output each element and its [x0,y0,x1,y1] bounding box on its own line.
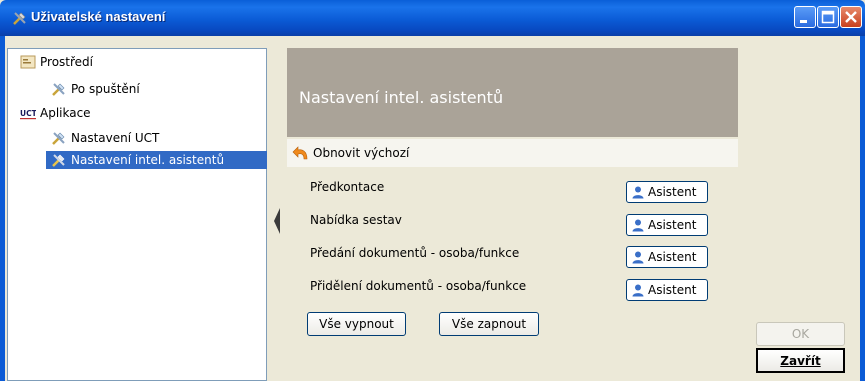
tree-item-label: Po spuštění [71,82,140,96]
user-icon [632,186,644,199]
assistant-button[interactable]: Asistent [626,181,708,203]
tree-item-label: Nastavení UCT [71,131,160,145]
maximize-icon [821,10,835,24]
window-title: Uživatelské nastavení [31,9,166,24]
tree-item-label: Aplikace [40,106,91,120]
collapse-arrow-icon[interactable] [272,202,282,240]
title-bar[interactable]: Uživatelské nastavení [0,0,865,36]
setting-label: Přidělení dokumentů - osoba/funkce [310,279,527,293]
user-icon [632,251,644,264]
user-icon [632,284,644,297]
window-frame-left [0,36,5,381]
tree-item-nastaveni-uct[interactable]: Nastavení UCT [51,129,159,147]
page-title: Nastavení intel. asistentů [299,88,504,107]
window-frame-right [860,36,865,381]
tree-item-environment[interactable]: Prostředí [20,53,93,71]
tools-icon [52,154,65,167]
svg-text:UCT: UCT [20,109,36,118]
reset-defaults-button[interactable]: Obnovit výchozí [287,139,738,167]
tools-icon [52,83,65,96]
assistant-button[interactable]: Asistent [626,246,708,268]
assistant-button-label: Asistent [648,250,697,264]
tree-item-nastaveni-asistentu[interactable]: Nastavení intel. asistentů [46,151,267,169]
user-icon [632,219,644,232]
assistant-button[interactable]: Asistent [626,214,708,236]
content-header: Nastavení intel. asistentů [287,48,738,137]
tools-icon [13,12,26,25]
setting-label: Předání dokumentů - osoba/funkce [310,246,520,260]
close-window-button[interactable] [840,6,862,28]
close-button[interactable]: Zavřít [756,348,845,373]
minimize-icon [800,20,807,23]
uct-logo-icon: UCT [20,109,36,120]
assistant-button-label: Asistent [648,185,697,199]
action-panel: OK Zavřít [738,48,860,381]
tree-item-label: Prostředí [40,55,93,69]
assistant-button-label: Asistent [648,283,697,297]
environment-icon [20,55,36,69]
enable-all-button[interactable]: Vše zapnout [439,312,539,336]
assistant-button-label: Asistent [648,218,697,232]
disable-all-button[interactable]: Vše vypnout [307,312,406,336]
setting-label: Nabídka sestav [310,213,402,227]
close-icon [845,11,857,23]
panel-splitter[interactable] [267,48,287,381]
settings-tree[interactable]: Prostředí Po spuštění UCT Aplikace Nasta… [7,48,267,381]
ok-button[interactable]: OK [756,322,845,346]
tools-icon [52,132,65,145]
minimize-button[interactable] [794,6,816,28]
reset-defaults-label: Obnovit výchozí [313,146,410,160]
settings-content: Nastavení intel. asistentů Obnovit výcho… [287,48,738,381]
tree-item-po-spusteni[interactable]: Po spuštění [51,80,140,98]
assistant-button[interactable]: Asistent [626,279,708,301]
tree-item-label: Nastavení intel. asistentů [71,153,225,167]
maximize-button[interactable] [817,6,839,28]
undo-arrow-icon [292,146,308,160]
setting-label: Předkontace [310,180,385,194]
tree-item-aplikace[interactable]: UCT Aplikace [20,104,91,122]
